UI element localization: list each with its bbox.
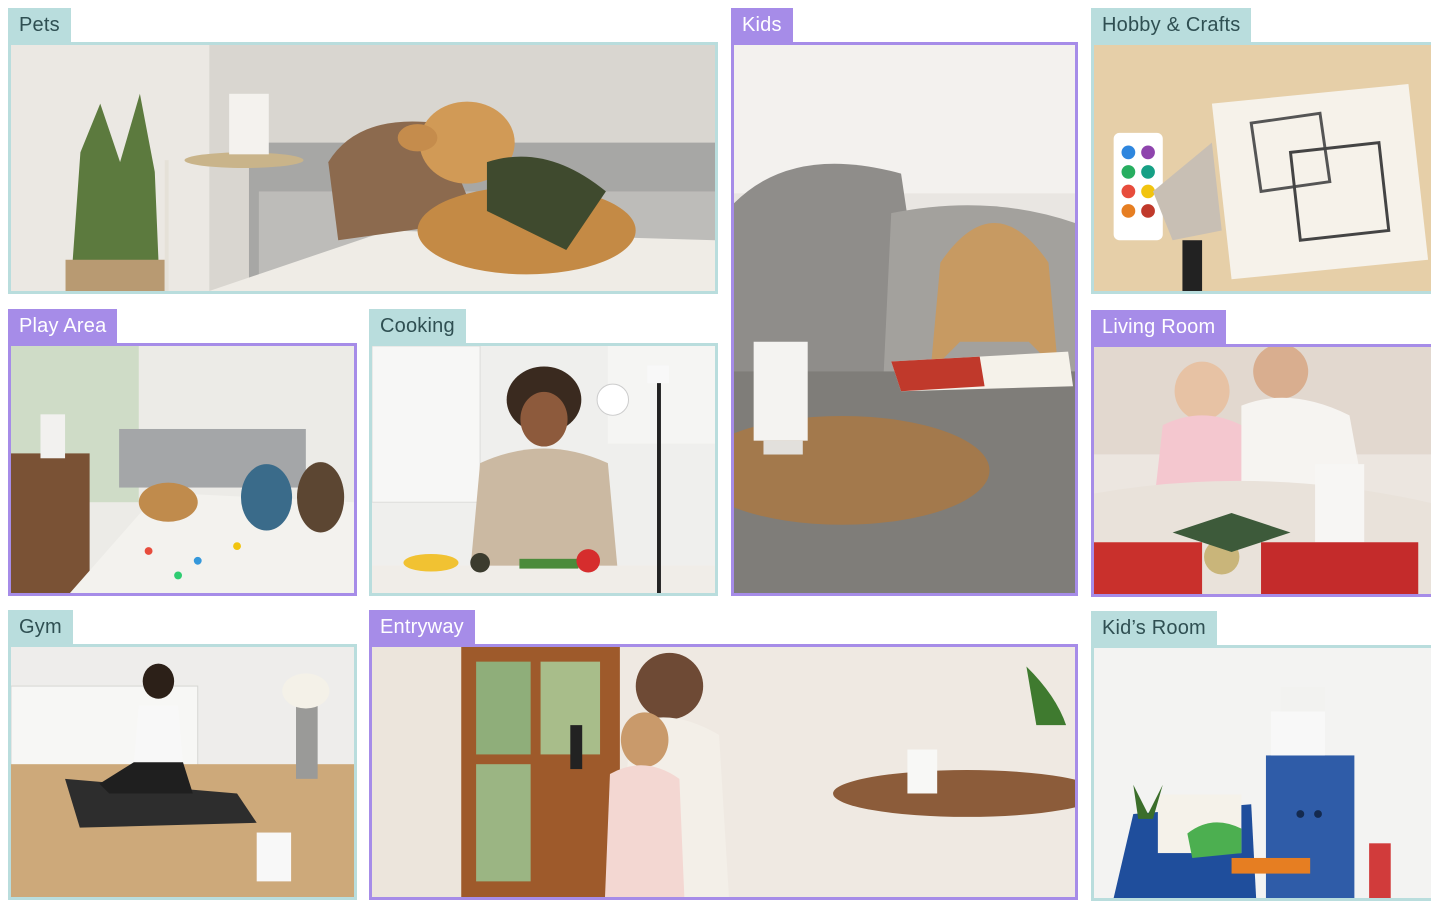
tile-label-kids-room: Kid’s Room xyxy=(1091,611,1217,645)
tile-pets[interactable]: Pets xyxy=(8,8,718,294)
photo-kids xyxy=(731,42,1078,596)
tile-entryway[interactable]: Entryway xyxy=(369,610,1078,900)
tile-label-kids: Kids xyxy=(731,8,793,42)
photo-pets xyxy=(8,42,718,294)
tile-hobby-crafts[interactable]: Hobby & Crafts xyxy=(1091,8,1431,294)
photo-hobby-crafts xyxy=(1091,42,1431,294)
tile-living-room[interactable]: Living Room xyxy=(1091,310,1431,597)
tile-kids[interactable]: Kids xyxy=(731,8,1078,596)
tile-play-area[interactable]: Play Area xyxy=(8,309,357,596)
photo-play-area xyxy=(8,343,357,596)
photo-entryway xyxy=(369,644,1078,900)
photo-kids-room xyxy=(1091,645,1431,901)
tile-label-play-area: Play Area xyxy=(8,309,118,343)
tile-label-pets: Pets xyxy=(8,8,71,42)
tile-kids-room[interactable]: Kid’s Room xyxy=(1091,611,1431,901)
hobby-crafts-photo-image xyxy=(1094,45,1431,291)
cooking-photo-image xyxy=(372,346,715,593)
tile-cooking[interactable]: Cooking xyxy=(369,309,718,596)
tile-label-gym: Gym xyxy=(8,610,73,644)
kids-room-photo-image xyxy=(1094,648,1431,898)
tile-label-entryway: Entryway xyxy=(369,610,475,644)
living-room-photo-image xyxy=(1094,347,1431,594)
photo-gym xyxy=(8,644,357,900)
entryway-photo-image xyxy=(372,647,1075,897)
tile-label-cooking: Cooking xyxy=(369,309,466,343)
pets-photo-image xyxy=(11,45,715,291)
photo-cooking xyxy=(369,343,718,596)
kids-photo-image xyxy=(734,45,1075,593)
gym-photo-image xyxy=(11,647,354,897)
play-area-photo-image xyxy=(11,346,354,593)
tile-label-living-room: Living Room xyxy=(1091,310,1227,344)
photo-living-room xyxy=(1091,344,1431,597)
tile-gym[interactable]: Gym xyxy=(8,610,357,900)
tile-label-hobby-crafts: Hobby & Crafts xyxy=(1091,8,1252,42)
